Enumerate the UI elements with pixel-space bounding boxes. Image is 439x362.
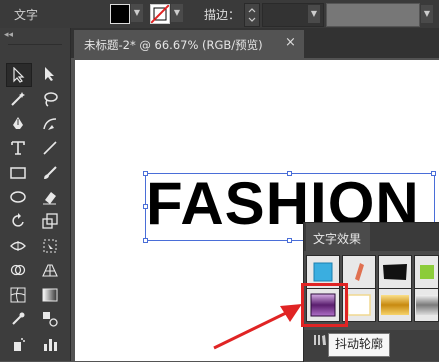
symbol-sprayer-tool-icon[interactable] xyxy=(6,333,30,355)
mesh-tool-icon[interactable] xyxy=(6,284,30,306)
eyedropper-tool-icon[interactable] xyxy=(6,308,30,330)
curvature-tool-icon[interactable] xyxy=(38,113,62,135)
shape-builder-tool-icon[interactable] xyxy=(6,259,30,281)
tools-panel-grip[interactable] xyxy=(8,44,62,51)
style-swatch-green-square[interactable] xyxy=(414,255,439,289)
resize-handle[interactable] xyxy=(143,171,148,176)
selection-type-label: 文字 xyxy=(14,8,39,22)
perspective-grid-tool-icon[interactable] xyxy=(38,259,62,281)
highlight-box xyxy=(301,283,348,327)
stroke-weight-label: 描边： xyxy=(204,8,241,22)
blend-tool-icon[interactable] xyxy=(38,308,62,330)
magic-wand-tool-icon[interactable] xyxy=(6,88,30,110)
style-swatch-gold-gradient[interactable] xyxy=(378,288,412,322)
resize-handle[interactable] xyxy=(287,238,292,243)
rotate-tool-icon[interactable] xyxy=(6,210,30,232)
graphic-style-preview[interactable] xyxy=(326,3,420,27)
no-stroke-icon xyxy=(151,5,169,23)
lasso-tool-icon[interactable] xyxy=(38,88,62,110)
fill-color-swatch[interactable] xyxy=(110,4,130,24)
column-graph-tool-icon[interactable] xyxy=(38,333,62,355)
resize-handle[interactable] xyxy=(143,238,148,243)
gradient-tool-icon[interactable] xyxy=(38,284,62,306)
style-libraries-menu-icon[interactable] xyxy=(314,334,326,349)
document-tab-title[interactable]: 未标题-2* @ 66.67% (RGB/预览) xyxy=(84,37,263,53)
style-tooltip: 抖动轮廓 xyxy=(328,333,391,357)
red-arrow-icon xyxy=(213,304,302,350)
style-swatch-black-brush[interactable] xyxy=(378,255,412,289)
stepper-arrows-icon xyxy=(248,8,256,22)
pen-tool-icon[interactable] xyxy=(6,113,30,135)
width-tool-icon[interactable] xyxy=(6,235,30,257)
stroke-dropdown-button[interactable]: ▼ xyxy=(171,4,183,22)
eraser-tool-icon[interactable] xyxy=(38,186,62,208)
stroke-weight-stepper[interactable] xyxy=(244,3,260,27)
rectangle-tool-icon[interactable] xyxy=(6,162,30,184)
type-tool-icon[interactable] xyxy=(6,137,30,159)
scale-tool-icon[interactable] xyxy=(38,210,62,232)
line-segment-tool-icon[interactable] xyxy=(38,137,62,159)
ellipse-tool-icon[interactable] xyxy=(6,186,30,208)
resize-handle[interactable] xyxy=(431,171,436,176)
style-swatch-silver-gradient[interactable] xyxy=(414,288,439,322)
resize-handle[interactable] xyxy=(143,204,148,209)
selection-tool-icon[interactable] xyxy=(6,63,32,87)
graphic-style-dropdown[interactable]: ▼ xyxy=(421,5,433,23)
resize-handle[interactable] xyxy=(287,171,292,176)
stroke-color-swatch[interactable] xyxy=(150,4,170,24)
fill-dropdown-button[interactable]: ▼ xyxy=(131,4,143,22)
direct-selection-tool-icon[interactable] xyxy=(38,63,62,85)
stroke-weight-dropdown[interactable]: ▼ xyxy=(308,5,320,23)
close-tab-icon[interactable]: × xyxy=(285,35,296,50)
graphic-styles-tab-label[interactable]: 文字效果 xyxy=(313,230,361,247)
paintbrush-tool-icon[interactable] xyxy=(38,162,62,184)
collapse-panel-icon[interactable]: ◂◂ xyxy=(4,30,13,40)
free-transform-tool-icon[interactable] xyxy=(38,235,62,257)
